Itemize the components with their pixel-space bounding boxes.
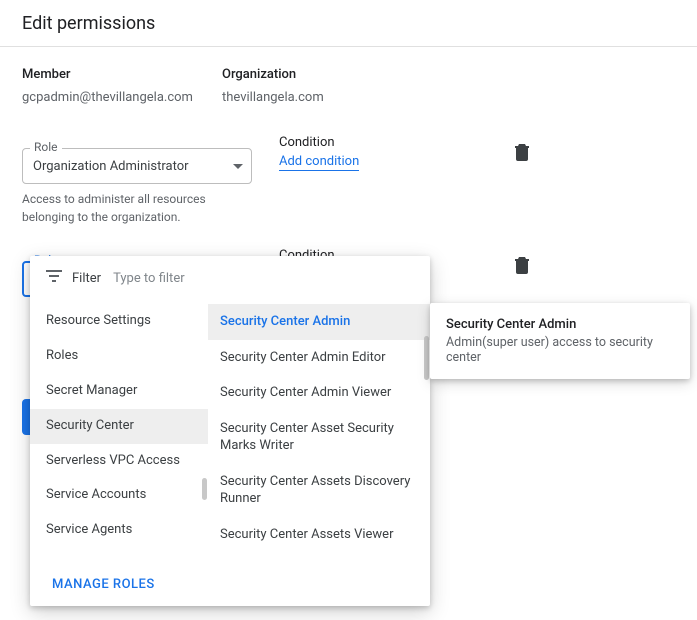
filter-label: Filter — [72, 271, 101, 286]
category-item[interactable]: Serverless VPC Access — [30, 444, 208, 479]
filter-placeholder: Type to filter — [113, 271, 185, 286]
role-tooltip: Security Center Admin Admin(super user) … — [430, 303, 690, 379]
condition-label: Condition — [279, 135, 459, 150]
role-list[interactable]: Security Center AdminSecurity Center Adm… — [208, 300, 430, 563]
category-item[interactable]: Security Center — [30, 409, 208, 444]
organization-value: thevillangela.com — [222, 90, 422, 105]
role-item[interactable]: Security Center Assets Discovery Runner — [208, 464, 430, 517]
scrollbar-thumb[interactable] — [424, 336, 429, 380]
role-helper-text: Access to administer all resources belon… — [22, 190, 252, 226]
role-item[interactable]: Security Center Admin — [208, 304, 430, 340]
role-picker-popover: Filter Type to filter Resource SettingsR… — [30, 256, 430, 606]
scrollbar-thumb[interactable] — [202, 478, 207, 500]
manage-roles-link[interactable]: MANAGE ROLES — [52, 577, 155, 592]
category-item[interactable]: Secret Manager — [30, 374, 208, 409]
role-field-label: Role — [30, 140, 62, 154]
dropdown-arrow-icon — [233, 164, 243, 169]
role-item[interactable]: Security Center Admin Editor — [208, 340, 430, 376]
tooltip-title: Security Center Admin — [446, 317, 674, 332]
category-list[interactable]: Resource SettingsRolesSecret ManagerSecu… — [30, 300, 208, 563]
role-item[interactable]: Security Center Finding — [208, 552, 430, 563]
info-row: Member gcpadmin@thevillangela.com Organi… — [22, 67, 675, 105]
tooltip-description: Admin(super user) access to security cen… — [446, 335, 674, 365]
member-value: gcpadmin@thevillangela.com — [22, 90, 222, 105]
role-item[interactable]: Security Center Assets Viewer — [208, 517, 430, 553]
category-item[interactable]: Resource Settings — [30, 304, 208, 339]
role-select-value: Organization Administrator — [33, 159, 189, 174]
category-item[interactable]: Roles — [30, 339, 208, 374]
role-row-1: Role Organization Administrator Access t… — [22, 133, 675, 226]
filter-row[interactable]: Filter Type to filter — [30, 256, 430, 300]
role-item[interactable]: Security Center Asset Security Marks Wri… — [208, 411, 430, 464]
organization-label: Organization — [222, 67, 422, 82]
filter-icon — [46, 270, 62, 286]
add-condition-link[interactable]: Add condition — [279, 154, 359, 171]
page-title: Edit permissions — [0, 0, 697, 47]
member-label: Member — [22, 67, 222, 82]
trash-icon — [514, 143, 530, 161]
delete-role-button[interactable] — [514, 150, 530, 165]
delete-role-button[interactable] — [514, 263, 530, 278]
category-item[interactable]: Service Accounts — [30, 478, 208, 513]
trash-icon — [514, 256, 530, 274]
role-item[interactable]: Security Center Admin Viewer — [208, 375, 430, 411]
category-item[interactable]: Service Agents — [30, 513, 208, 548]
